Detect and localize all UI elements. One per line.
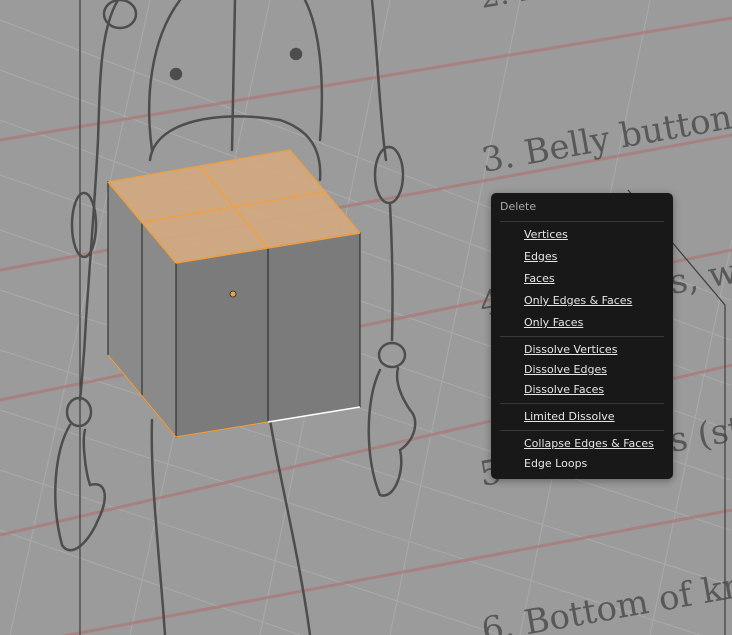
menu-item-only-edges-faces[interactable]: Only Edges & Faces	[496, 291, 668, 311]
delete-context-menu: Delete Vertices Edges Faces Only Edges &…	[491, 193, 673, 479]
cube-mesh[interactable]	[106, 149, 362, 439]
menu-item-dissolve-vertices[interactable]: Dissolve Vertices	[496, 340, 668, 360]
menu-item-edge-loops[interactable]: Edge Loops	[496, 454, 668, 474]
menu-separator	[500, 430, 664, 431]
menu-item-limited-dissolve[interactable]: Limited Dissolve	[496, 407, 668, 427]
menu-item-faces[interactable]: Faces	[496, 269, 668, 289]
menu-separator	[500, 221, 664, 222]
menu-item-collapse-edges-faces[interactable]: Collapse Edges & Faces	[496, 434, 668, 454]
menu-item-dissolve-faces[interactable]: Dissolve Faces	[496, 380, 668, 400]
menu-item-vertices[interactable]: Vertices	[496, 225, 668, 245]
menu-separator	[500, 403, 664, 404]
menu-item-edges[interactable]: Edges	[496, 247, 668, 267]
menu-separator	[500, 336, 664, 337]
object-origin-dot	[229, 290, 237, 298]
menu-title: Delete	[500, 200, 537, 213]
menu-item-dissolve-edges[interactable]: Dissolve Edges	[496, 360, 668, 380]
menu-item-only-faces[interactable]: Only Faces	[496, 313, 668, 333]
